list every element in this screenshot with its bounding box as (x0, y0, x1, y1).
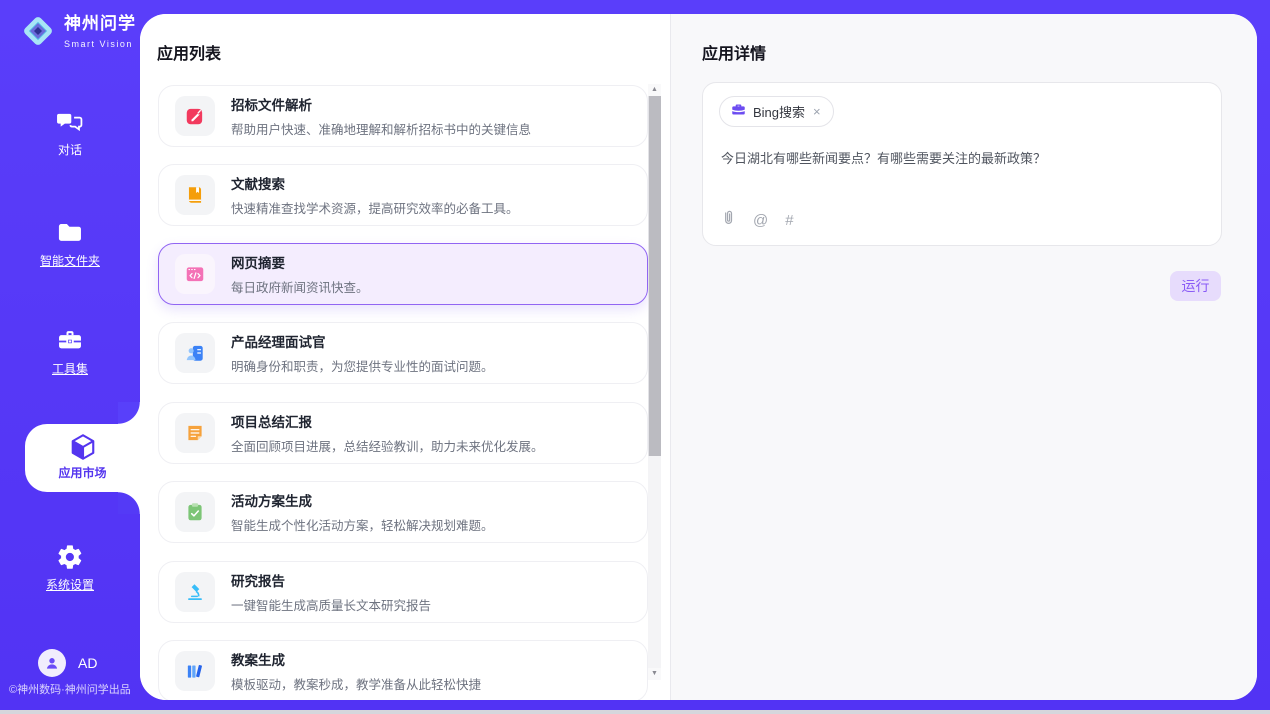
folder-icon (0, 219, 140, 247)
user-account[interactable]: AD (38, 649, 97, 677)
run-button[interactable]: 运行 (1170, 271, 1221, 301)
query-card[interactable]: Bing搜索 × 今日湖北有哪些新闻要点？有哪些需要关注的最新政策？ @ # (702, 82, 1222, 246)
sidebar: 神州问学 Smart Vision 对话 智能文件夹 (0, 0, 140, 710)
sidebar-item-label: 工具集 (0, 360, 140, 377)
toolbox-icon (0, 327, 140, 355)
sidebar-item-label: 系统设置 (0, 576, 140, 593)
bubble-notch-bottom (118, 492, 140, 514)
app-name: 教案生成 (231, 649, 481, 669)
hash-icon[interactable]: # (785, 212, 793, 229)
books-icon (175, 651, 215, 691)
list-item-webpage-summary[interactable]: 网页摘要 每日政府新闻资讯快查。 (158, 243, 648, 305)
list-item-project-summary[interactable]: 项目总结汇报 全面回顾项目进展，总结经验教训，助力未来优化发展。 (158, 402, 648, 464)
microscope-icon (175, 572, 215, 612)
sidebar-item-label: 智能文件夹 (0, 252, 140, 269)
app-name: 产品经理面试官 (231, 331, 494, 351)
app-name: 研究报告 (231, 570, 431, 590)
app-desc: 模板驱动，教案秒成，教学准备从此轻松快捷 (231, 674, 481, 693)
app-desc: 每日政府新闻资讯快查。 (231, 277, 369, 296)
list-item-event-plan[interactable]: 活动方案生成 智能生成个性化活动方案，轻松解决规划难题。 (158, 481, 648, 543)
attachment-toolbar: @ # (721, 209, 794, 231)
tool-chip-label: Bing搜索 (753, 102, 805, 121)
sidebar-item-settings[interactable]: 系统设置 (0, 543, 140, 593)
app-desc: 全面回顾项目进展，总结经验教训，助力未来优化发展。 (231, 436, 544, 455)
list-item-pm-interviewer[interactable]: 产品经理面试官 明确身份和职责，为您提供专业性的面试问题。 (158, 322, 648, 384)
list-item-bid-parse[interactable]: 招标文件解析 帮助用户快速、准确地理解和解析招标书中的关键信息 (158, 85, 648, 147)
app-name: 招标文件解析 (231, 94, 531, 114)
clipboard-check-icon (175, 492, 215, 532)
interviewer-icon (175, 333, 215, 373)
scrollbar-thumb[interactable] (648, 96, 661, 456)
app-name: 活动方案生成 (231, 490, 494, 510)
browser-code-icon (175, 254, 215, 294)
briefcase-icon (731, 102, 746, 122)
app-desc: 一键智能生成高质量长文本研究报告 (231, 595, 431, 614)
cube-icon (25, 432, 140, 462)
close-icon[interactable]: × (812, 104, 822, 119)
scroll-up-arrow[interactable]: ▲ (648, 84, 661, 96)
note-icon (175, 413, 215, 453)
brand-subtitle: Smart Vision (64, 39, 133, 49)
sidebar-item-chat[interactable]: 对话 (0, 108, 140, 158)
chat-icon (0, 108, 140, 136)
sidebar-item-app-market[interactable]: 应用市场 (25, 424, 140, 492)
mention-icon[interactable]: @ (753, 212, 768, 229)
list-item-research-report[interactable]: 研究报告 一键智能生成高质量长文本研究报告 (158, 561, 648, 623)
app-window: 神州问学 Smart Vision 对话 智能文件夹 (0, 0, 1270, 714)
tool-chip-bing-search[interactable]: Bing搜索 × (719, 96, 834, 127)
app-detail-title: 应用详情 (702, 40, 766, 64)
book-icon (175, 175, 215, 215)
window-bottom-edge (0, 710, 1270, 714)
app-desc: 帮助用户快速、准确地理解和解析招标书中的关键信息 (231, 119, 531, 138)
app-list-title: 应用列表 (157, 40, 221, 64)
list-item-literature-search[interactable]: 文献搜索 快速精准查找学术资源，提高研究效率的必备工具。 (158, 164, 648, 226)
app-desc: 智能生成个性化活动方案，轻松解决规划难题。 (231, 515, 494, 534)
app-list-panel: 应用列表 招标文件解析 帮助用户快速、准确地理解和解析招标书中的关键信息 (140, 14, 671, 700)
bubble-notch-top (118, 402, 140, 424)
app-desc: 快速精准查找学术资源，提高研究效率的必备工具。 (231, 198, 519, 217)
user-name: AD (78, 655, 97, 671)
avatar (38, 649, 66, 677)
app-name: 网页摘要 (231, 252, 369, 272)
query-text[interactable]: 今日湖北有哪些新闻要点？有哪些需要关注的最新政策？ (721, 149, 1201, 169)
copyright-footer: ©神州数码·神州问学出品 (9, 681, 131, 697)
app-detail-panel: 应用详情 Bing搜索 × 今日湖北有哪些新闻要点？有哪些需要关注的最新政策？ (671, 14, 1257, 700)
paperclip-icon[interactable] (721, 209, 736, 231)
app-name: 项目总结汇报 (231, 411, 544, 431)
app-name: 文献搜索 (231, 173, 519, 193)
gear-icon (0, 543, 140, 571)
list-item-lesson-plan[interactable]: 教案生成 模板驱动，教案秒成，教学准备从此轻松快捷 (158, 640, 648, 700)
list-scrollbar[interactable]: ▲ ▼ (648, 84, 661, 680)
sidebar-item-toolset[interactable]: 工具集 (0, 327, 140, 377)
sidebar-item-smart-folder[interactable]: 智能文件夹 (0, 219, 140, 269)
diamond-logo-icon (18, 11, 58, 56)
brand-name: 神州问学 (64, 14, 136, 33)
sidebar-item-label: 应用市场 (25, 464, 140, 481)
scroll-down-arrow[interactable]: ▼ (648, 668, 661, 680)
pen-document-icon (175, 96, 215, 136)
sidebar-item-label: 对话 (0, 141, 140, 158)
brand-logo: 神州问学 Smart Vision (18, 11, 140, 56)
app-desc: 明确身份和职责，为您提供专业性的面试问题。 (231, 356, 494, 375)
main-content: 应用列表 招标文件解析 帮助用户快速、准确地理解和解析招标书中的关键信息 (140, 14, 1257, 700)
